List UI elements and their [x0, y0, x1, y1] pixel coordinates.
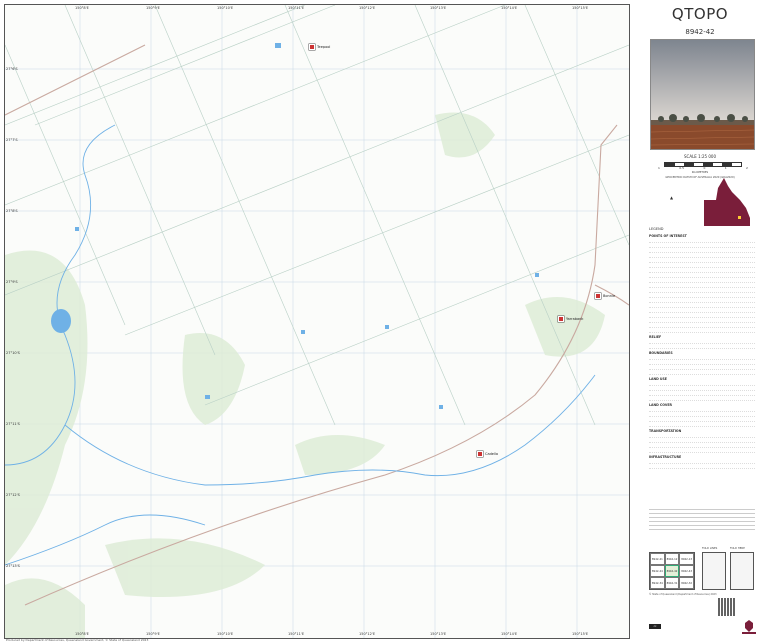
map-sidebar: QTOPO 8942-42 SCALE 1:25 000 1 0.5 0 1 2… [632, 0, 768, 643]
bottom-tick: 150°10'E [217, 632, 234, 636]
left-tick: 27°8'S [6, 209, 18, 213]
homestead-icon [309, 44, 315, 50]
sheet-number: 8942-42 [685, 28, 715, 36]
scale-unit: KILOMETRES [691, 171, 709, 174]
bottom-tick: 150°8'E [75, 632, 89, 636]
scale-ticks: 1 0.5 0 1 2 [658, 166, 748, 170]
homestead-icon [595, 293, 601, 299]
left-tick: 27°9'S [6, 280, 18, 284]
top-tick: 150°13'E [430, 6, 447, 10]
map-footer-note: Produced by Department of Resources, Que… [6, 638, 149, 642]
bottom-tick: 150°9'E [146, 632, 160, 636]
river [5, 124, 596, 566]
vegetation-areas [5, 112, 605, 638]
fold-here-diagram [730, 552, 754, 590]
top-tick: 150°12'E [359, 6, 376, 10]
place-marker[interactable]: Cadella [477, 451, 498, 457]
fold-here-label: FOLD HERE [730, 547, 745, 550]
landscape-photo [650, 39, 755, 150]
left-tick: 27°7'S [6, 138, 18, 142]
map-frame[interactable]: 150°8'E 150°9'E 150°10'E 150°11'E 150°12… [4, 4, 630, 639]
top-tick: 150°15'E [572, 6, 589, 10]
queensland-crest-icon [742, 620, 756, 634]
queensland-locator-icon [704, 178, 750, 226]
left-tick: 27°12'S [6, 493, 20, 497]
top-tick: 150°9'E [146, 6, 160, 10]
bottom-tick: 150°13'E [430, 632, 447, 636]
legend-title: LEGEND [649, 227, 664, 231]
left-tick: 27°6'S [6, 67, 18, 71]
scale-label: SCALE 1:25 000 [684, 154, 716, 159]
top-tick: 150°14'E [501, 6, 518, 10]
bottom-tick: 150°14'E [501, 632, 518, 636]
north-arrow-icon: ▲ [670, 195, 674, 200]
product-title: QTOPO [671, 5, 729, 23]
map-legend: POINTS OF INTEREST RELIEF BOUNDARIES LAN… [649, 232, 755, 504]
place-marker[interactable]: Yarrabank [558, 316, 583, 322]
left-tick: 27°13'S [6, 564, 20, 568]
creative-commons-icon: cc [649, 624, 661, 629]
bottom-tick: 150°11'E [288, 632, 305, 636]
qr-code-icon[interactable] [718, 598, 736, 616]
water-bodies [51, 43, 539, 409]
place-marker[interactable]: Teepool [309, 44, 330, 50]
bottom-tick: 150°15'E [572, 632, 589, 636]
top-tick: 150°10'E [217, 6, 234, 10]
left-tick: 27°10'S [6, 351, 20, 355]
left-tick: 27°11'S [6, 422, 20, 426]
disclaimer-notes [649, 506, 755, 530]
place-marker[interactable]: Bonnie [595, 293, 615, 299]
homestead-icon [477, 451, 483, 457]
fold-lines-label: FOLD LINES [702, 547, 718, 550]
homestead-icon [558, 316, 564, 322]
map-canvas[interactable] [5, 5, 629, 638]
bottom-tick: 150°12'E [359, 632, 376, 636]
sheet-index: 8942-41 8942-12 8942-13 8942-44 8942-42 … [649, 552, 695, 590]
top-tick: 150°8'E [75, 6, 89, 10]
copyright-text: © State of Queensland (Department of Res… [649, 593, 717, 596]
top-tick: 150°11'E [288, 6, 305, 10]
fold-lines-diagram [702, 552, 726, 590]
